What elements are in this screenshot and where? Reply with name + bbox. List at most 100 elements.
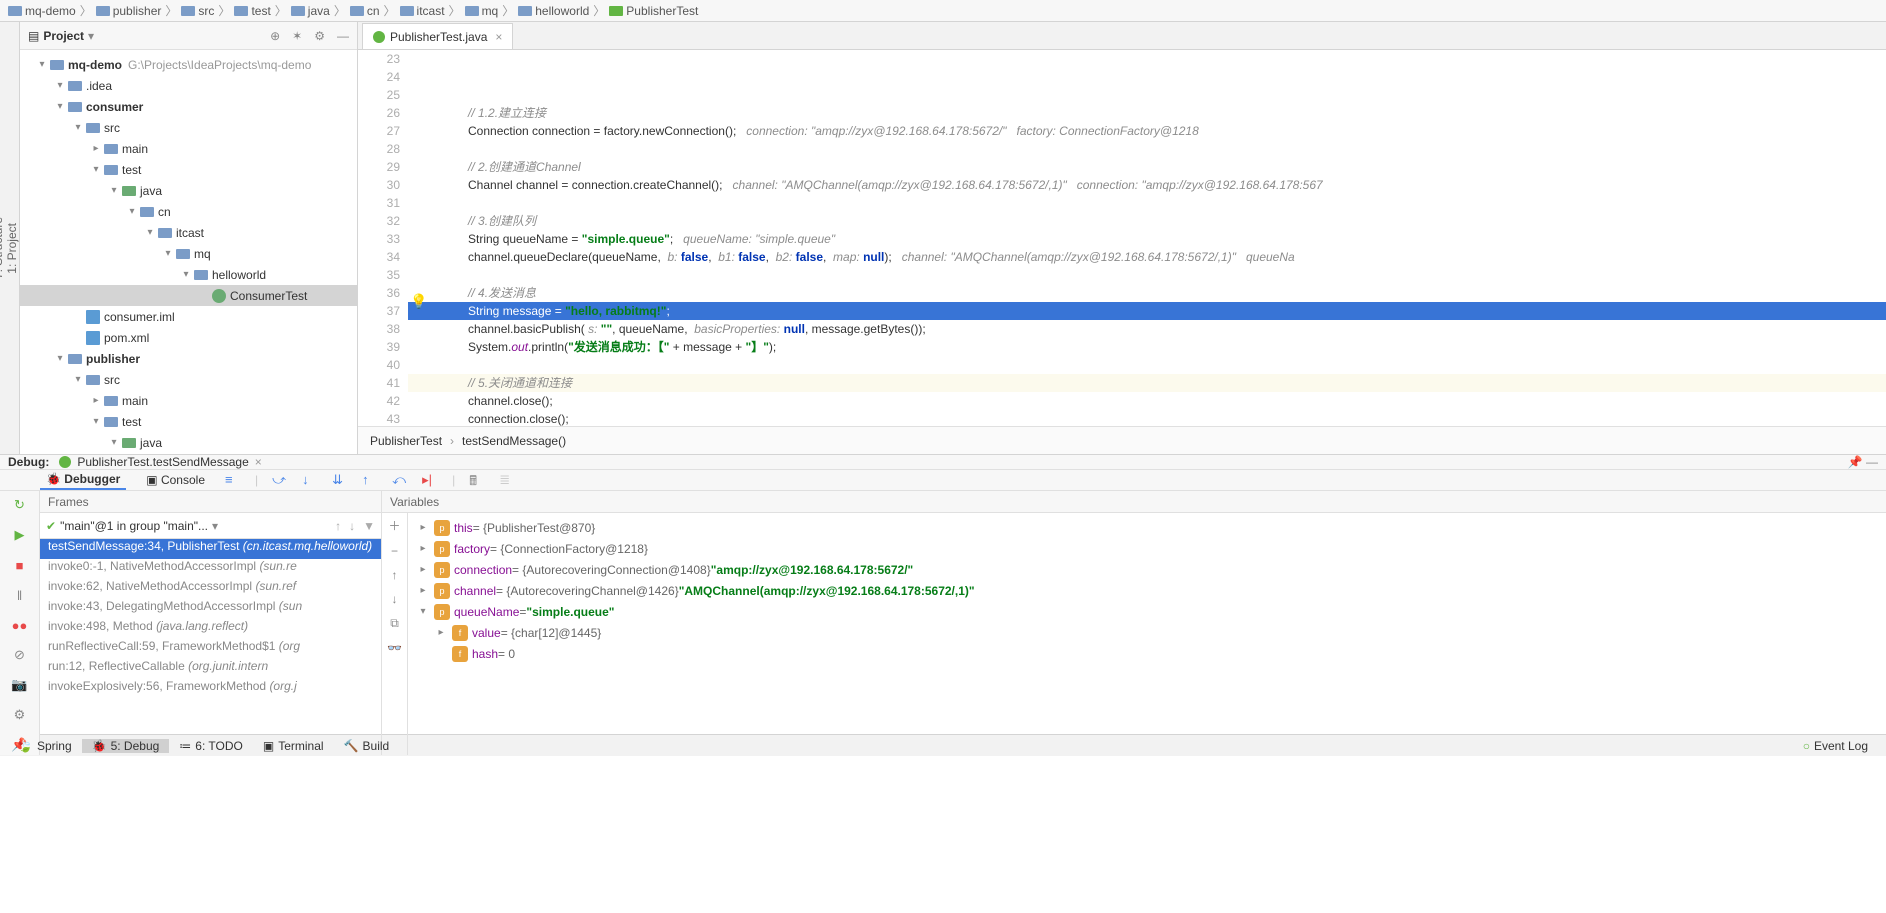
resume-icon[interactable]: ▶ (10, 525, 30, 545)
status-item[interactable]: ≔6: TODO (169, 739, 253, 753)
code-line-29[interactable]: // 3.创建队列 (408, 212, 1886, 230)
tree-item[interactable]: ▾test (20, 411, 357, 432)
tree-item[interactable]: ▾publisher (20, 348, 357, 369)
dropdown-icon[interactable]: ▾ (212, 519, 218, 533)
tree-item[interactable]: ▾.idea (20, 75, 357, 96)
tree-item[interactable]: ConsumerTest (20, 285, 357, 306)
stack-frame[interactable]: invoke:43, DelegatingMethodAccessorImpl … (40, 599, 381, 619)
code-line-24[interactable]: Connection connection = factory.newConne… (408, 122, 1886, 140)
code-line-32[interactable] (408, 266, 1886, 284)
prev-frame-icon[interactable]: ↑ (335, 519, 341, 533)
tree-item[interactable]: consumer.iml (20, 306, 357, 327)
stack-frame[interactable]: run:12, ReflectiveCallable (org.junit.in… (40, 659, 381, 679)
code-line-30[interactable]: String queueName = "simple.queue"; queue… (408, 230, 1886, 248)
code-line-39[interactable]: channel.close(); (408, 392, 1886, 410)
code-line-33[interactable]: // 4.发送消息 (408, 284, 1886, 302)
code-editor[interactable]: 2324252627282930313233343536373839404142… (358, 50, 1886, 426)
editor-breadcrumb[interactable]: PublisherTest › testSendMessage() (358, 426, 1886, 454)
new-watch-icon[interactable]: ＋ (388, 517, 400, 534)
view-breakpoints-icon[interactable]: ●● (10, 615, 30, 635)
tree-root[interactable]: ▾mq-demoG:\Projects\IdeaProjects\mq-demo (20, 54, 357, 75)
tree-item[interactable]: ▾java (20, 180, 357, 201)
stack-frame[interactable]: runReflectiveCall:59, FrameworkMethod$1 … (40, 639, 381, 659)
project-tree[interactable]: ▾mq-demoG:\Projects\IdeaProjects\mq-demo… (20, 50, 357, 454)
expand-icon[interactable]: ✶ (292, 29, 302, 43)
variable-row[interactable]: ▸pfactory = {ConnectionFactory@1218} (408, 538, 1886, 559)
stack-frame[interactable]: invoke0:-1, NativeMethodAccessorImpl (su… (40, 559, 381, 579)
code-line-37[interactable] (408, 356, 1886, 374)
show-watches-icon[interactable]: 👓 (387, 641, 402, 655)
settings-debug-icon[interactable]: ⚙ (10, 705, 30, 725)
breadcrumb-item[interactable]: java (308, 4, 330, 18)
hide-icon[interactable]: — (337, 29, 349, 43)
tree-item[interactable]: ▾consumer (20, 96, 357, 117)
code-line-38[interactable]: // 5.关闭通道和连接 (408, 374, 1886, 392)
code-line-23[interactable]: // 1.2.建立连接 (408, 104, 1886, 122)
trace-icon[interactable]: ≣ (499, 472, 515, 488)
pin-icon[interactable]: 📌 — (1848, 455, 1878, 469)
stack-frame[interactable]: testSendMessage:34, PublisherTest (cn.it… (40, 539, 381, 559)
code-line-31[interactable]: channel.queueDeclare(queueName, b: false… (408, 248, 1886, 266)
status-event-log[interactable]: ○ Event Log (1793, 739, 1878, 753)
variable-row[interactable]: ▸pthis = {PublisherTest@870} (408, 517, 1886, 538)
variable-row[interactable]: ▸pconnection = {AutorecoveringConnection… (408, 559, 1886, 580)
close-debug-tab-icon[interactable]: × (255, 455, 262, 469)
status-item[interactable]: 🐞5: Debug (82, 739, 170, 753)
stack-frame[interactable]: invokeExplosively:56, FrameworkMethod (o… (40, 679, 381, 699)
code-line-26[interactable]: // 2.创建通道Channel (408, 158, 1886, 176)
code-line-25[interactable] (408, 140, 1886, 158)
drop-frame-icon[interactable]: ⤺ (392, 472, 408, 488)
code-line-40[interactable]: connection.close(); (408, 410, 1886, 426)
tree-item[interactable]: ▾helloworld (20, 264, 357, 285)
mute-breakpoints-icon[interactable]: ⊘ (10, 645, 30, 665)
step-over-icon[interactable]: ⤻ (272, 472, 288, 488)
breadcrumb-item[interactable]: PublisherTest (626, 4, 698, 18)
breadcrumb-item[interactable]: mq (482, 4, 499, 18)
tree-item[interactable]: ▾src (20, 117, 357, 138)
tree-item[interactable]: ▾mq (20, 243, 357, 264)
tree-item[interactable]: ▾cn (20, 201, 357, 222)
tree-item[interactable]: ▸main (20, 138, 357, 159)
evaluate-icon[interactable]: 🖩 (469, 472, 485, 488)
pause-icon[interactable]: ‖ (10, 585, 30, 605)
remove-watch-icon[interactable]: − (391, 544, 398, 558)
up-watch-icon[interactable]: ↑ (392, 568, 398, 582)
intention-bulb-icon[interactable]: 💡 (410, 292, 427, 310)
tree-item[interactable]: ▾src (20, 369, 357, 390)
rerun-icon[interactable]: ↻ (10, 495, 30, 515)
breadcrumb-item[interactable]: itcast (417, 4, 445, 18)
side-tab-project[interactable]: 1: Project (5, 223, 19, 274)
breadcrumb-item[interactable]: publisher (113, 4, 162, 18)
code-line-34[interactable]: String message = "hello, rabbitmq!"; (408, 302, 1886, 320)
tree-item[interactable]: pom.xml (20, 327, 357, 348)
status-item[interactable]: ▣Terminal (253, 739, 334, 753)
tree-item[interactable]: ▾test (20, 159, 357, 180)
get-thread-dump-icon[interactable]: 📷 (10, 675, 30, 695)
tree-item[interactable]: ▸main (20, 390, 357, 411)
status-item[interactable]: 🍃Spring (8, 739, 82, 753)
frames-mode-icon[interactable]: ≡ (225, 472, 241, 488)
variable-row[interactable]: ▾pqueueName = "simple.queue" (408, 601, 1886, 622)
nav-class[interactable]: PublisherTest (370, 434, 442, 448)
editor-tab-publishertest[interactable]: PublisherTest.java × (362, 23, 513, 49)
force-step-into-icon[interactable]: ⇊ (332, 472, 348, 488)
step-into-icon[interactable]: ↓ (302, 472, 318, 488)
nav-method[interactable]: testSendMessage() (462, 434, 566, 448)
tree-item[interactable]: ▾itcast (20, 222, 357, 243)
debugger-tab[interactable]: 🐞 Debugger (40, 470, 126, 490)
code-line-36[interactable]: System.out.println("发送消息成功：【" + message … (408, 338, 1886, 356)
variable-row[interactable]: fhash = 0 (408, 643, 1886, 664)
filter-frames-icon[interactable]: ▼ (363, 519, 375, 533)
settings-icon[interactable]: ⚙ (314, 29, 325, 43)
console-tab[interactable]: ▣ Console (140, 471, 211, 489)
close-tab-icon[interactable]: × (495, 30, 502, 44)
down-watch-icon[interactable]: ↓ (392, 592, 398, 606)
status-item[interactable]: 🔨Build (334, 739, 400, 753)
side-tab-structure[interactable]: 7: Structure (0, 217, 5, 279)
run-to-cursor-icon[interactable]: ▸| (422, 472, 438, 488)
locate-icon[interactable]: ⊕ (270, 29, 280, 43)
breadcrumb-item[interactable]: cn (367, 4, 380, 18)
breadcrumb-item[interactable]: mq-demo (25, 4, 76, 18)
step-out-icon[interactable]: ↑ (362, 472, 378, 488)
tree-item[interactable]: ▾java (20, 432, 357, 453)
